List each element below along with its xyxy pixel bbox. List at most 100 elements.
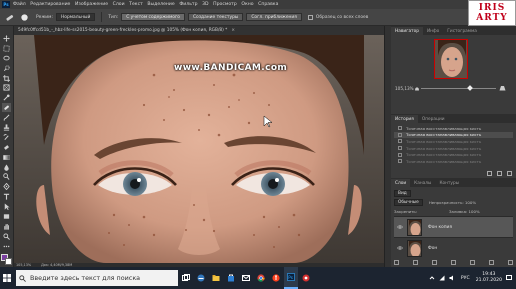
add-mask-icon[interactable] [432, 260, 437, 265]
taskbar-clock[interactable]: 19:43 21.07.2020 [476, 272, 502, 284]
eyedropper-tool-icon[interactable] [2, 93, 11, 102]
background-color-swatch[interactable] [5, 257, 12, 265]
content-aware-button[interactable]: С учетом содержимого [121, 13, 185, 21]
yandex-browser-icon[interactable] [269, 267, 283, 289]
type-tool-icon[interactable] [2, 192, 11, 201]
menu-select[interactable]: Выделение [147, 2, 174, 7]
new-group-icon[interactable] [470, 260, 475, 265]
history-step[interactable]: Точечная восстанавливающая кисть [394, 138, 513, 145]
menu-view[interactable]: Просмотр [213, 2, 237, 7]
menu-help[interactable]: Справка [258, 2, 278, 7]
quick-selection-tool-icon[interactable] [2, 64, 11, 73]
tab-channels[interactable]: Каналы [410, 179, 435, 187]
dodge-tool-icon[interactable] [2, 172, 11, 181]
tab-history[interactable]: История [391, 115, 418, 123]
edge-browser-icon[interactable] [194, 267, 208, 289]
brush-tool-icon[interactable] [2, 113, 11, 122]
new-snapshot-icon[interactable] [497, 171, 502, 176]
tab-info[interactable]: Инфо [423, 27, 443, 35]
navigator-zoom-slider[interactable] [421, 85, 496, 91]
eraser-tool-icon[interactable] [2, 143, 11, 152]
proximity-match-button[interactable]: Согл. приближения [246, 13, 302, 21]
link-layers-icon[interactable] [394, 260, 399, 265]
gradient-tool-icon[interactable] [2, 153, 11, 162]
input-language[interactable]: РУС [461, 276, 470, 281]
mail-icon[interactable] [239, 267, 253, 289]
zoom-slider-handle[interactable] [466, 85, 473, 91]
menu-file[interactable]: Файл [13, 2, 26, 7]
document-tab[interactable]: 549fc0ffcd51b_-_hbz-life-ss2015-beauty-g… [14, 26, 384, 35]
menu-layers[interactable]: Слои [113, 2, 125, 7]
tab-paths[interactable]: Контуры [435, 179, 463, 187]
history-step[interactable]: Точечная восстанавливающая кисть [394, 125, 513, 132]
navigator-zoom-value[interactable]: 105,13% [395, 86, 414, 91]
create-texture-button[interactable]: Создание текстуры [187, 13, 244, 21]
adjustment-layer-icon[interactable] [451, 260, 456, 265]
layer-visibility-eye-icon[interactable] [396, 225, 404, 229]
marquee-tool-icon[interactable] [2, 44, 11, 53]
new-layer-icon[interactable] [489, 260, 494, 265]
task-view-icon[interactable] [179, 267, 193, 289]
delete-state-icon[interactable] [507, 171, 512, 176]
menu-edit[interactable]: Редактирование [30, 2, 70, 7]
layer-row[interactable]: Фон [394, 237, 513, 258]
rectangle-tool-icon[interactable] [2, 212, 11, 221]
history-step[interactable]: Точечная восстанавливающая кисть [394, 158, 513, 165]
blend-mode-select[interactable]: Обычные [394, 199, 423, 206]
history-step[interactable]: Точечная восстанавливающая кисть [394, 131, 513, 139]
document-canvas[interactable]: www.BANDICAM.com [14, 35, 384, 263]
sample-all-layers-checkbox[interactable] [307, 14, 313, 20]
mode-select[interactable]: Нормальный [55, 13, 96, 21]
fill-field[interactable]: Заливка: 100% [449, 209, 480, 214]
lasso-tool-icon[interactable] [2, 54, 11, 63]
photoshop-logo-icon[interactable]: Ps [2, 1, 10, 8]
chrome-icon[interactable] [254, 267, 268, 289]
menu-filter[interactable]: Фильтр [179, 2, 197, 7]
close-document-icon[interactable]: × [231, 28, 235, 33]
menu-type[interactable]: Текст [129, 2, 143, 7]
history-brush-tool-icon[interactable] [2, 133, 11, 142]
delete-layer-icon[interactable] [508, 260, 513, 265]
zoom-in-icon[interactable] [499, 84, 506, 91]
blur-tool-icon[interactable] [2, 163, 11, 172]
hand-tool-icon[interactable] [2, 222, 11, 231]
brush-size-picker[interactable] [19, 12, 30, 23]
bandicam-icon[interactable] [299, 267, 313, 289]
move-tool-icon[interactable] [2, 34, 11, 43]
color-swatches[interactable] [1, 253, 12, 265]
menu-3d[interactable]: 3D [202, 2, 208, 7]
clone-stamp-tool-icon[interactable] [2, 123, 11, 132]
navigator-preview[interactable] [434, 39, 468, 79]
menu-image[interactable]: Изображение [75, 2, 108, 7]
taskbar-search-box[interactable]: Введите здесь текст для поиска [16, 270, 178, 286]
history-step[interactable]: Точечная восстанавливающая кисть [394, 145, 513, 152]
pen-tool-icon[interactable] [2, 182, 11, 191]
layer-visibility-eye-icon[interactable] [396, 246, 404, 250]
layer-name: Фон [428, 245, 438, 251]
path-selection-tool-icon[interactable] [2, 202, 11, 211]
frame-tool-icon[interactable] [2, 83, 11, 92]
layer-style-icon[interactable] [413, 260, 418, 265]
layer-filter-select[interactable]: Вид [394, 190, 411, 197]
crop-tool-icon[interactable] [2, 74, 11, 83]
tab-navigator[interactable]: Навигатор [391, 27, 423, 35]
layer-row[interactable]: Фон копия [394, 216, 513, 237]
spot-healing-brush-icon[interactable] [4, 12, 15, 23]
more-tools-icon[interactable] [2, 242, 11, 251]
healing-brush-tool-icon[interactable] [2, 103, 11, 113]
zoom-out-icon[interactable] [414, 85, 420, 91]
opacity-field[interactable]: Непрозрачность: 100% [429, 200, 476, 205]
zoom-tool-icon[interactable] [2, 232, 11, 241]
tab-layers[interactable]: Слои [391, 179, 411, 187]
history-step[interactable]: Точечная восстанавливающая кисть [394, 151, 513, 158]
windows-logo-icon [3, 274, 11, 282]
new-document-from-state-icon[interactable] [487, 171, 492, 176]
menu-window[interactable]: Окно [241, 2, 253, 7]
start-button[interactable] [0, 267, 14, 289]
photoshop-taskbar-icon[interactable]: Ps [284, 267, 298, 289]
file-explorer-icon[interactable] [209, 267, 223, 289]
menu-bar: Ps Файл Редактирование Изображение Слои … [0, 0, 516, 9]
tab-histogram[interactable]: Гистограмма [443, 27, 481, 35]
store-icon[interactable] [224, 267, 238, 289]
tab-actions[interactable]: Операции [418, 115, 449, 123]
